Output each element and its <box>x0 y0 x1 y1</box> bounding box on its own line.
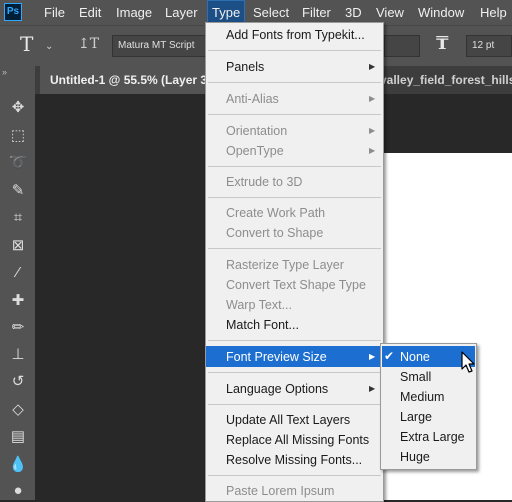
menu-item-font-preview-size[interactable]: Font Preview Size <box>226 349 327 365</box>
menu-item-resolve-missing-fonts[interactable]: Resolve Missing Fonts... <box>226 452 362 468</box>
submenu-arrow-icon: ▶ <box>369 126 376 135</box>
submenu-arrow-icon: ▶ <box>369 384 376 393</box>
menu-item-extrude-3d: Extrude to 3D <box>226 175 303 189</box>
tab-valley-field[interactable]: valley_field_forest_hills <box>380 66 512 94</box>
submenu-item-huge[interactable]: Huge <box>400 449 430 465</box>
menu-item-opentype: OpenType <box>226 144 284 158</box>
menu-item-panels[interactable]: Panels <box>226 59 264 75</box>
menu-separator <box>208 475 381 476</box>
menu-item-convert-to-shape: Convert to Shape <box>226 226 324 240</box>
quick-selection-tool-icon[interactable]: ✎ <box>8 181 28 201</box>
marquee-tool-icon[interactable]: ⬚ <box>8 126 28 146</box>
eyedropper-tool-icon[interactable]: ⁄ <box>8 263 28 283</box>
eraser-tool-icon[interactable]: ◇ <box>8 400 28 420</box>
menu-item-rasterize: Rasterize Type Layer <box>226 258 344 272</box>
menu-layer[interactable]: Layer <box>165 0 198 25</box>
menu-item-orientation: Orientation <box>226 124 288 138</box>
menu-separator <box>208 404 381 405</box>
menu-item-match-font[interactable]: Match Font... <box>226 317 299 333</box>
menu-separator <box>208 197 381 198</box>
submenu-item-large[interactable]: Large <box>400 409 432 425</box>
mouse-cursor-icon <box>461 351 475 373</box>
menu-image[interactable]: Image <box>116 0 152 25</box>
submenu-arrow-icon: ▶ <box>369 146 376 155</box>
font-style-field[interactable] <box>384 35 420 57</box>
menu-item-add-fonts[interactable]: Add Fonts from Typekit... <box>226 27 365 43</box>
font-size-icon: ₸ <box>436 33 449 54</box>
menu-item-paste-lorem-ipsum: Paste Lorem Ipsum <box>226 484 335 498</box>
menu-window[interactable]: Window <box>418 0 464 25</box>
chevron-down-icon[interactable]: ⌄ <box>45 41 53 52</box>
menu-item-create-work-path: Create Work Path <box>226 206 326 220</box>
blur-tool-icon[interactable]: 💧 <box>8 455 28 475</box>
menu-separator <box>208 340 381 341</box>
menu-edit[interactable]: Edit <box>79 0 101 25</box>
menu-separator <box>208 82 381 83</box>
menu-item-language-options[interactable]: Language Options <box>226 381 328 397</box>
gradient-tool-icon[interactable]: ▤ <box>8 427 28 447</box>
menu-file[interactable]: File <box>44 0 65 25</box>
menu-separator <box>208 372 381 373</box>
menu-help[interactable]: Help <box>480 0 507 25</box>
move-tool-icon[interactable]: ✥ <box>8 98 28 118</box>
text-orientation-icon[interactable]: ↥T <box>78 36 99 52</box>
submenu-arrow-icon: ▶ <box>369 352 376 361</box>
menu-item-anti-alias: Anti-Alias <box>226 92 279 106</box>
menu-item-replace-missing-fonts[interactable]: Replace All Missing Fonts <box>226 432 369 448</box>
type-tool-icon[interactable]: T <box>20 32 33 56</box>
menu-separator <box>208 248 381 249</box>
history-brush-tool-icon[interactable]: ↺ <box>8 372 28 392</box>
submenu-item-none[interactable]: None <box>400 349 430 365</box>
submenu-arrow-icon: ▶ <box>369 62 376 71</box>
submenu-item-extra-large[interactable]: Extra Large <box>400 429 465 445</box>
tab-untitled-1[interactable]: Untitled-1 @ 55.5% (Layer 3, <box>40 66 215 94</box>
checkmark-icon: ✔ <box>384 349 395 363</box>
healing-brush-tool-icon[interactable]: ✚ <box>8 291 28 311</box>
frame-tool-icon[interactable]: ⊠ <box>8 236 28 256</box>
font-family-field[interactable]: Matura MT Script <box>112 35 208 57</box>
menu-separator <box>208 166 381 167</box>
lasso-tool-icon[interactable]: ➰ <box>8 153 28 173</box>
font-size-field[interactable]: 12 pt <box>466 35 512 57</box>
menu-separator <box>208 50 381 51</box>
dodge-tool-icon[interactable]: ● <box>8 481 28 501</box>
menu-item-warp-text: Warp Text... <box>226 298 292 312</box>
submenu-item-small[interactable]: Small <box>400 369 431 385</box>
menu-item-convert-text-shape: Convert Text Shape Type <box>226 278 366 292</box>
submenu-arrow-icon: ▶ <box>369 94 376 103</box>
menu-item-update-all-text[interactable]: Update All Text Layers <box>226 412 350 428</box>
crop-tool-icon[interactable]: ⌗ <box>8 208 28 228</box>
photoshop-logo: Ps <box>4 3 22 21</box>
stamp-tool-icon[interactable]: ⊥ <box>8 345 28 365</box>
collapse-panel-icon[interactable]: » <box>2 67 7 77</box>
menu-separator <box>208 114 381 115</box>
submenu-item-medium[interactable]: Medium <box>400 389 444 405</box>
brush-tool-icon[interactable]: ✏ <box>8 318 28 338</box>
